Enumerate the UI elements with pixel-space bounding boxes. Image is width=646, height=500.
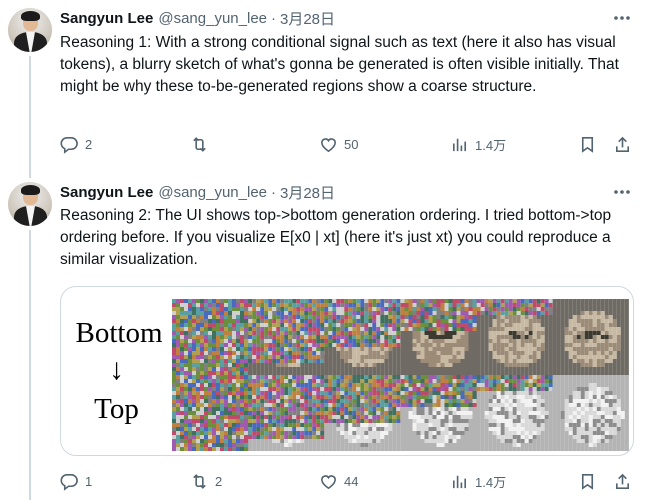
more-horizontal-icon[interactable] bbox=[612, 182, 632, 202]
reply-icon bbox=[60, 473, 78, 491]
heart-icon bbox=[321, 474, 336, 489]
author-handle[interactable]: @sang_yun_lee bbox=[158, 10, 267, 27]
analytics-icon bbox=[452, 138, 467, 151]
tweet-1[interactable]: Sangyun Lee @sang_yun_lee · 3月28日 Reason… bbox=[0, 0, 646, 170]
generation-step-tile bbox=[400, 299, 481, 375]
separator-dot: · bbox=[271, 9, 276, 27]
share-button[interactable] bbox=[613, 471, 632, 491]
generation-step-tile bbox=[324, 299, 405, 375]
tweet-header: Sangyun Lee @sang_yun_lee · 3月28日 bbox=[60, 8, 335, 28]
views-button[interactable]: 1.4万 bbox=[450, 471, 506, 491]
post-date[interactable]: 3月28日 bbox=[280, 182, 335, 203]
generation-step-tile bbox=[552, 375, 629, 451]
generation-step-tile bbox=[476, 299, 557, 375]
repost-icon bbox=[193, 136, 206, 152]
heart-icon bbox=[321, 137, 336, 152]
separator-dot: · bbox=[271, 183, 276, 201]
reply-icon bbox=[60, 136, 78, 154]
author-handle[interactable]: @sang_yun_lee bbox=[158, 184, 267, 201]
tweet-text: Reasoning 2: The UI shows top->bottom ge… bbox=[60, 207, 612, 268]
share-icon bbox=[615, 473, 630, 489]
analytics-icon bbox=[452, 475, 467, 488]
order-label: Bottom ↓ Top bbox=[61, 287, 172, 455]
generation-grid bbox=[172, 299, 629, 451]
generation-step-tile bbox=[400, 375, 481, 451]
generation-step-tile bbox=[172, 299, 252, 375]
bookmark-icon bbox=[581, 136, 594, 153]
like-button[interactable]: 50 bbox=[319, 134, 358, 154]
repost-button[interactable]: 2 bbox=[190, 471, 222, 491]
reply-button[interactable]: 2 bbox=[60, 134, 92, 154]
down-arrow-icon: ↓ bbox=[109, 353, 124, 386]
action-bar: 2 50 1.4万 bbox=[60, 134, 636, 154]
tweet-media-image[interactable]: Bottom ↓ Top bbox=[60, 286, 634, 456]
tweet-text: Reasoning 1: With a strong conditional s… bbox=[60, 34, 619, 95]
like-button[interactable]: 44 bbox=[319, 471, 358, 491]
reply-count: 1 bbox=[85, 473, 93, 489]
generation-step-tile bbox=[248, 299, 329, 375]
view-count: 1.4万 bbox=[475, 137, 507, 153]
generation-step-tile bbox=[172, 375, 252, 451]
bookmark-button[interactable] bbox=[578, 134, 597, 154]
generation-step-tile bbox=[552, 299, 629, 375]
share-icon bbox=[615, 136, 630, 152]
action-bar: 1 2 44 1.4万 bbox=[60, 471, 636, 491]
view-count: 1.4万 bbox=[475, 474, 507, 490]
views-button[interactable]: 1.4万 bbox=[450, 134, 506, 154]
generation-step-tile bbox=[248, 375, 329, 451]
share-button[interactable] bbox=[613, 134, 632, 154]
avatar[interactable] bbox=[8, 8, 52, 52]
tweet-header: Sangyun Lee @sang_yun_lee · 3月28日 bbox=[60, 182, 335, 202]
like-count: 50 bbox=[344, 136, 359, 152]
like-count: 44 bbox=[344, 473, 359, 489]
label-top: Top bbox=[94, 393, 139, 425]
reply-button[interactable]: 1 bbox=[60, 471, 92, 491]
repost-count: 2 bbox=[215, 473, 223, 489]
more-horizontal-icon[interactable] bbox=[612, 8, 632, 28]
author-name[interactable]: Sangyun Lee bbox=[60, 10, 153, 27]
generation-step-tile bbox=[324, 375, 405, 451]
author-name[interactable]: Sangyun Lee bbox=[60, 184, 153, 201]
reply-count: 2 bbox=[85, 136, 93, 152]
generation-step-tile bbox=[476, 375, 557, 451]
avatar[interactable] bbox=[8, 182, 52, 226]
post-date[interactable]: 3月28日 bbox=[280, 8, 335, 29]
repost-icon bbox=[193, 473, 206, 489]
label-bottom: Bottom bbox=[75, 317, 163, 349]
repost-button[interactable] bbox=[190, 134, 215, 154]
bookmark-button[interactable] bbox=[578, 471, 597, 491]
bookmark-icon bbox=[581, 473, 594, 490]
